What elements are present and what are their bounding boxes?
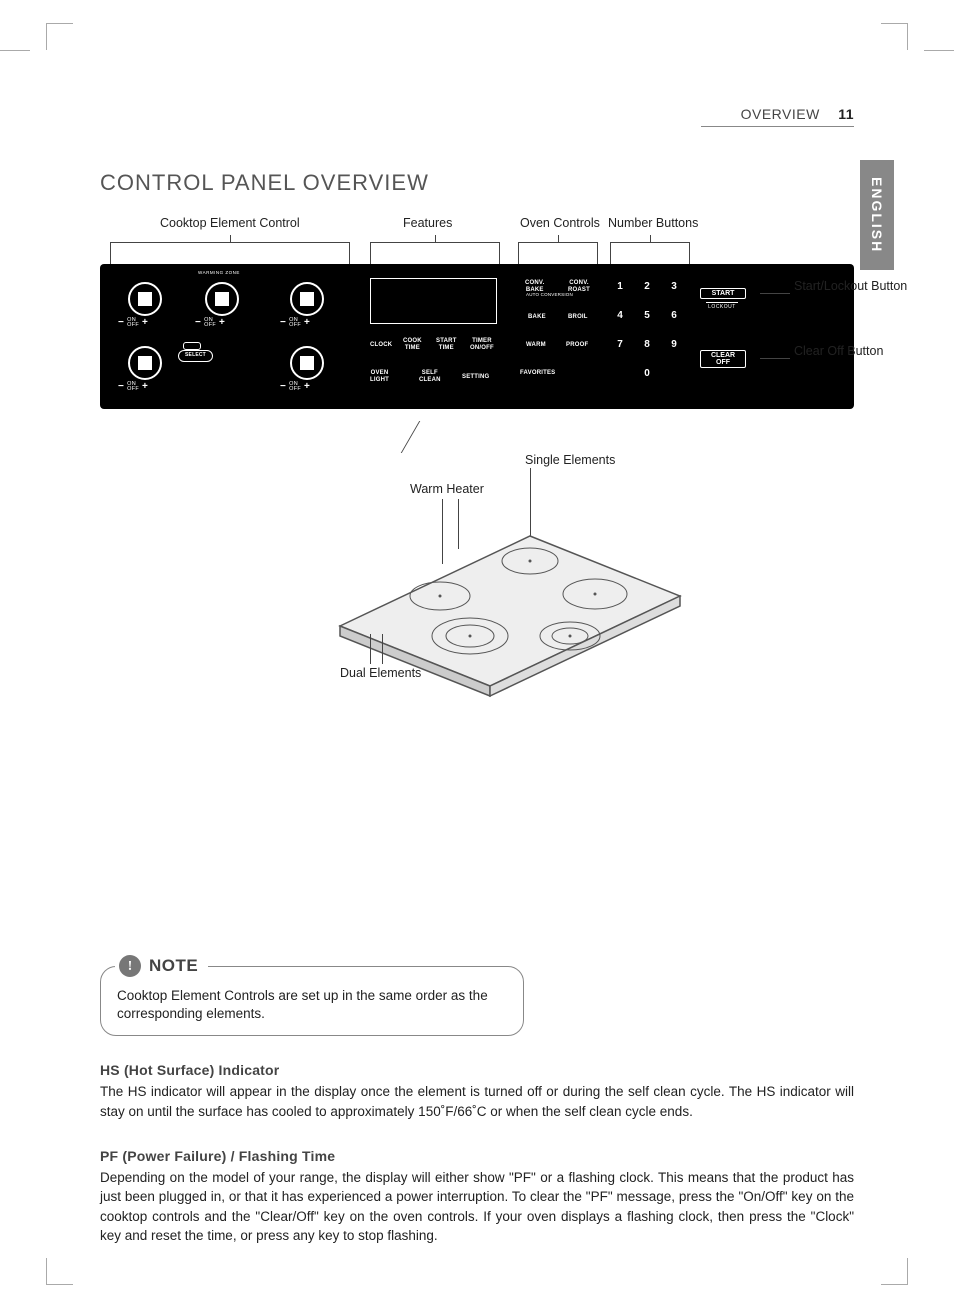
lockout-label: LOCKOUT xyxy=(706,302,738,310)
warming-zone-label: WARMING ZONE xyxy=(198,270,240,275)
knob-icon xyxy=(128,282,162,316)
crop-mark xyxy=(46,23,73,50)
leader-line xyxy=(382,634,383,664)
bracket-cooktop xyxy=(110,242,350,253)
display-screen xyxy=(370,278,497,324)
leader-line xyxy=(760,358,790,359)
onoff-label: −ONOFF+ xyxy=(280,317,310,328)
control-panel-graphic: SELECT −ONOFF+ −ONOFF+ −ONOFF+ −ONOFF+ −… xyxy=(100,264,854,409)
bracket-numbers xyxy=(610,242,690,253)
section-body: The HS indicator will appear in the disp… xyxy=(100,1082,854,1121)
oven-ctrl-label: PROOF xyxy=(566,342,588,349)
numpad-key: 2 xyxy=(640,281,654,292)
section-body: Depending on the model of your range, th… xyxy=(100,1168,854,1246)
onoff-label: −ONOFF+ xyxy=(118,381,148,392)
label-dual-elements: Dual Elements xyxy=(340,666,421,680)
exclamation-icon: ! xyxy=(119,955,141,977)
crop-mark xyxy=(46,1258,73,1285)
feature-label: OVENLIGHT xyxy=(370,370,389,383)
oven-ctrl-label: BROIL xyxy=(568,314,588,321)
cooktop-graphic xyxy=(270,506,690,716)
feature-label: TIMERON/OFF xyxy=(470,338,494,351)
feature-label: COOKTIME xyxy=(403,338,422,351)
onoff-label: −ONOFF+ xyxy=(280,381,310,392)
numpad-key: 8 xyxy=(640,339,654,350)
clear-button-graphic: CLEAROFF xyxy=(700,350,746,368)
note-text: Cooktop Element Controls are set up in t… xyxy=(117,988,488,1021)
pan-icon xyxy=(183,342,201,350)
bracket-oven xyxy=(518,242,598,253)
note-title: NOTE xyxy=(149,955,198,978)
numpad-key: 0 xyxy=(640,368,654,379)
leader-line xyxy=(760,293,790,294)
section-hs: HS (Hot Surface) Indicator The HS indica… xyxy=(100,1062,854,1121)
crop-mark xyxy=(881,23,908,50)
knob-icon xyxy=(205,282,239,316)
page: OVERVIEW 11 ENGLISH CONTROL PANEL OVERVI… xyxy=(0,0,954,1308)
section-heading: PF (Power Failure) / Flashing Time xyxy=(100,1148,854,1164)
knob-icon xyxy=(290,346,324,380)
oven-ctrl-label: WARM xyxy=(526,342,546,349)
crop-tick xyxy=(0,50,30,51)
start-button-graphic: START xyxy=(700,288,746,299)
page-number: 11 xyxy=(838,106,854,122)
numpad-key: 1 xyxy=(613,281,627,292)
numpad-key: 5 xyxy=(640,310,654,321)
language-label: ENGLISH xyxy=(869,177,885,253)
label-warm-heater: Warm Heater xyxy=(410,482,484,496)
language-tab: ENGLISH xyxy=(860,160,894,270)
leader-line xyxy=(401,421,420,453)
numpad-key: 3 xyxy=(667,281,681,292)
note-tab: ! NOTE xyxy=(115,955,208,978)
note-box: ! NOTE Cooktop Element Controls are set … xyxy=(100,966,524,1036)
onoff-label: −ONOFF+ xyxy=(195,317,225,328)
auto-conv-label: AUTO CONVERSION xyxy=(526,293,573,298)
feature-label: SELFCLEAN xyxy=(419,370,441,383)
select-label: SELECT xyxy=(178,350,213,362)
section-pf: PF (Power Failure) / Flashing Time Depen… xyxy=(100,1148,854,1246)
leader-line xyxy=(370,634,371,664)
knob-icon xyxy=(290,282,324,316)
numpad-key: 6 xyxy=(667,310,681,321)
feature-label: CLOCK xyxy=(370,342,392,349)
section-label: OVERVIEW xyxy=(741,106,820,122)
knob-icon xyxy=(128,346,162,380)
numpad-key: 4 xyxy=(613,310,627,321)
page-title: CONTROL PANEL OVERVIEW xyxy=(100,170,854,196)
oven-ctrl-label: FAVORITES xyxy=(520,370,555,377)
control-panel-diagram: Cooktop Element Control Features Oven Co… xyxy=(100,216,854,736)
feature-label: SETTING xyxy=(462,374,489,381)
label-oven-controls: Oven Controls xyxy=(520,216,600,230)
onoff-label: −ONOFF+ xyxy=(118,317,148,328)
label-single-elements: Single Elements xyxy=(525,453,615,467)
label-clear-off: Clear Off Button xyxy=(794,344,914,358)
numpad-key: 9 xyxy=(667,339,681,350)
feature-label: STARTTIME xyxy=(436,338,457,351)
crop-tick xyxy=(924,50,954,51)
oven-ctrl-label: BAKE xyxy=(528,314,546,321)
label-features: Features xyxy=(403,216,452,230)
crop-mark xyxy=(881,1258,908,1285)
label-cooktop-control: Cooktop Element Control xyxy=(160,216,300,230)
label-start-lockout: Start/Lockout Button xyxy=(794,279,914,293)
page-header: OVERVIEW 11 xyxy=(701,106,854,127)
label-number-buttons: Number Buttons xyxy=(608,216,698,230)
numpad-key: 7 xyxy=(613,339,627,350)
bracket-features xyxy=(370,242,500,253)
section-heading: HS (Hot Surface) Indicator xyxy=(100,1062,854,1078)
